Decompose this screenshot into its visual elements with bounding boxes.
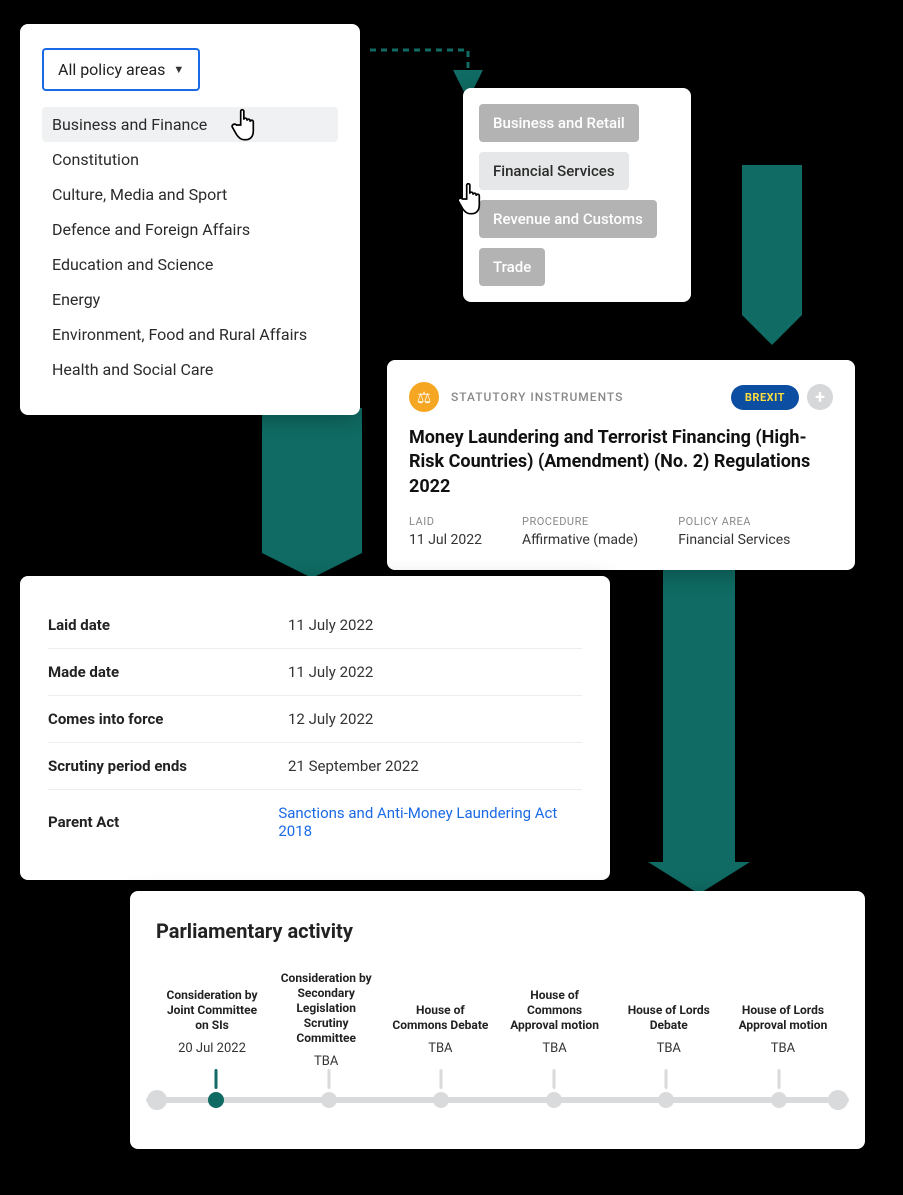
stage-date: TBA [542,1041,566,1056]
scales-icon: ⚖ [409,382,439,412]
timeline-end-dot [828,1090,848,1110]
timeline-stage: House of Commons Approval motion TBA [505,971,605,1069]
subcategory-tags-card: Business and Retail Financial Services Rev… [463,88,691,302]
si-title: Money Laundering and Terrorist Financing… [409,426,833,499]
brexit-badge: BREXIT [731,385,799,410]
si-meta-label: PROCEDURE [522,515,638,528]
policy-area-option[interactable]: Culture, Media and Sport [42,177,338,212]
key-dates-card: Laid date11 July 2022Made date11 July 20… [20,576,610,880]
date-row: Comes into force12 July 2022 [48,696,582,743]
timeline-dot [208,1092,224,1108]
policy-area-option[interactable]: Business and Finance [42,107,338,142]
policy-area-option[interactable]: Education and Science [42,247,338,282]
policy-areas-dropdown-card: All policy areas ▼ Business and FinanceC… [20,24,360,415]
si-meta-item: PROCEDURE Affirmative (made) [522,515,638,548]
timeline-dot [321,1092,337,1108]
policy-area-option[interactable]: Constitution [42,142,338,177]
si-meta-label: LAID [409,515,482,528]
subcategory-tag[interactable]: Trade [479,248,545,286]
timeline-tick [215,1069,218,1089]
parliamentary-activity-card: Parliamentary activity Consideration by … [130,891,865,1149]
timeline-tick [327,1069,330,1089]
date-label: Made date [48,663,288,681]
timeline-stage: House of Lords Approval motion TBA [733,971,833,1069]
policy-area-option[interactable]: Defence and Foreign Affairs [42,212,338,247]
stage-label: Consideration by Secondary Legislation S… [276,971,376,1046]
timeline-tick [665,1069,668,1089]
timeline-start-dot [147,1090,167,1110]
policy-areas-dropdown[interactable]: All policy areas ▼ [42,48,200,91]
add-icon[interactable]: + [807,384,833,410]
stage-date: TBA [657,1041,681,1056]
stage-date: 20 Jul 2022 [178,1041,246,1056]
stage-date: TBA [771,1041,795,1056]
dropdown-label: All policy areas [58,60,165,79]
si-meta-value: Financial Services [678,532,790,548]
si-meta-value: 11 Jul 2022 [409,532,482,548]
si-meta-item: POLICY AREA Financial Services [678,515,790,548]
date-row: Made date11 July 2022 [48,649,582,696]
date-row: Scrutiny period ends21 September 2022 [48,743,582,790]
policy-area-option[interactable]: Energy [42,282,338,317]
date-row: Parent ActSanctions and Anti-Money Laund… [48,790,582,854]
date-value: 11 July 2022 [288,616,373,634]
stage-label: House of Lords Approval motion [733,971,833,1033]
stage-label: Consideration by Joint Committee on SIs [162,971,262,1033]
si-meta-item: LAID 11 Jul 2022 [409,515,482,548]
date-label: Scrutiny period ends [48,757,288,775]
date-label: Laid date [48,616,288,634]
date-value: 12 July 2022 [288,710,373,728]
parent-act-link[interactable]: Sanctions and Anti-Money Laundering Act … [278,804,582,840]
subcategory-tag[interactable]: Revenue and Customs [479,200,657,238]
timeline-dot [433,1092,449,1108]
activity-title: Parliamentary activity [156,919,839,943]
timeline-dot [546,1092,562,1108]
timeline-tick [552,1069,555,1089]
timeline-tick [440,1069,443,1089]
stage-label: House of Commons Debate [390,971,490,1033]
si-meta-label: POLICY AREA [678,515,790,528]
date-label: Parent Act [48,813,278,831]
timeline-stage: House of Lords Debate TBA [619,971,719,1069]
date-label: Comes into force [48,710,288,728]
stage-label: House of Commons Approval motion [505,971,605,1033]
timeline-stage: Consideration by Joint Committee on SIs 2… [162,971,262,1069]
timeline-dot [771,1092,787,1108]
date-value: 11 July 2022 [288,663,373,681]
si-type-label: STATUTORY INSTRUMENTS [451,390,623,404]
stage-date: TBA [428,1041,452,1056]
policy-areas-list: Business and FinanceConstitutionCulture,… [42,107,338,387]
policy-area-option[interactable]: Health and Social Care [42,352,338,387]
timeline-dot [658,1092,674,1108]
subcategory-tag[interactable]: Financial Services [479,152,629,190]
timeline-stage: House of Commons Debate TBA [390,971,490,1069]
si-meta-value: Affirmative (made) [522,532,638,548]
timeline-stage: Consideration by Secondary Legislation S… [276,971,376,1069]
date-row: Laid date11 July 2022 [48,602,582,649]
stage-date: TBA [314,1054,338,1069]
statutory-instrument-card[interactable]: ⚖ STATUTORY INSTRUMENTS BREXIT + Money L… [387,360,855,570]
policy-area-option[interactable]: Environment, Food and Rural Affairs [42,317,338,352]
chevron-down-icon: ▼ [173,63,184,76]
date-value: 21 September 2022 [288,757,419,775]
subcategory-tag[interactable]: Business and Retail [479,104,639,142]
timeline-tick [777,1069,780,1089]
stage-label: House of Lords Debate [619,971,719,1033]
